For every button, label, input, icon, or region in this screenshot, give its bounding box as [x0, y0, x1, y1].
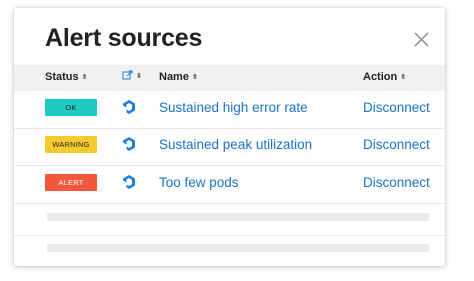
- sort-icon: ⬍: [81, 74, 88, 81]
- source-name-link[interactable]: Sustained high error rate: [159, 100, 308, 115]
- status-badge: OK: [45, 99, 97, 116]
- source-logo-icon: [121, 136, 137, 152]
- disconnect-link[interactable]: Disconnect: [363, 100, 430, 115]
- source-type-icon: [122, 70, 133, 84]
- close-icon[interactable]: [413, 31, 430, 48]
- disconnect-link[interactable]: Disconnect: [363, 175, 430, 190]
- sort-icon: ⬍: [191, 74, 198, 81]
- disconnect-link[interactable]: Disconnect: [363, 137, 430, 152]
- source-name-link[interactable]: Too few pods: [159, 175, 239, 190]
- column-header-name[interactable]: Name ⬍: [159, 71, 198, 83]
- table-header: Status ⬍ ⬍ Name ⬍ Action ⬍: [14, 65, 445, 91]
- placeholder-row: [14, 236, 445, 266]
- source-logo-icon: [121, 99, 137, 115]
- status-badge: WARNING: [45, 136, 97, 153]
- column-header-status[interactable]: Status ⬍: [45, 71, 88, 83]
- table-row: ALERT Too few pods Disconnect: [14, 166, 445, 204]
- placeholder-bar: [47, 244, 429, 252]
- table-row: OK Sustained high error rate Disconnect: [14, 91, 445, 129]
- sort-icon: ⬍: [136, 73, 142, 80]
- table-row: WARNING Sustained peak utilization Disco…: [14, 128, 445, 166]
- column-header-source-type[interactable]: ⬍: [122, 70, 142, 84]
- source-name-link[interactable]: Sustained peak utilization: [159, 137, 312, 152]
- column-header-action[interactable]: Action ⬍: [363, 71, 406, 83]
- sort-icon: ⬍: [400, 74, 407, 81]
- status-badge: ALERT: [45, 174, 97, 191]
- dialog-title: Alert sources: [45, 24, 203, 52]
- alert-sources-dialog: Alert sources Status ⬍ ⬍ Name ⬍ Action ⬍ OK: [14, 8, 445, 266]
- placeholder-bar: [47, 213, 429, 221]
- source-logo-icon: [121, 174, 137, 190]
- placeholder-row: [14, 205, 445, 236]
